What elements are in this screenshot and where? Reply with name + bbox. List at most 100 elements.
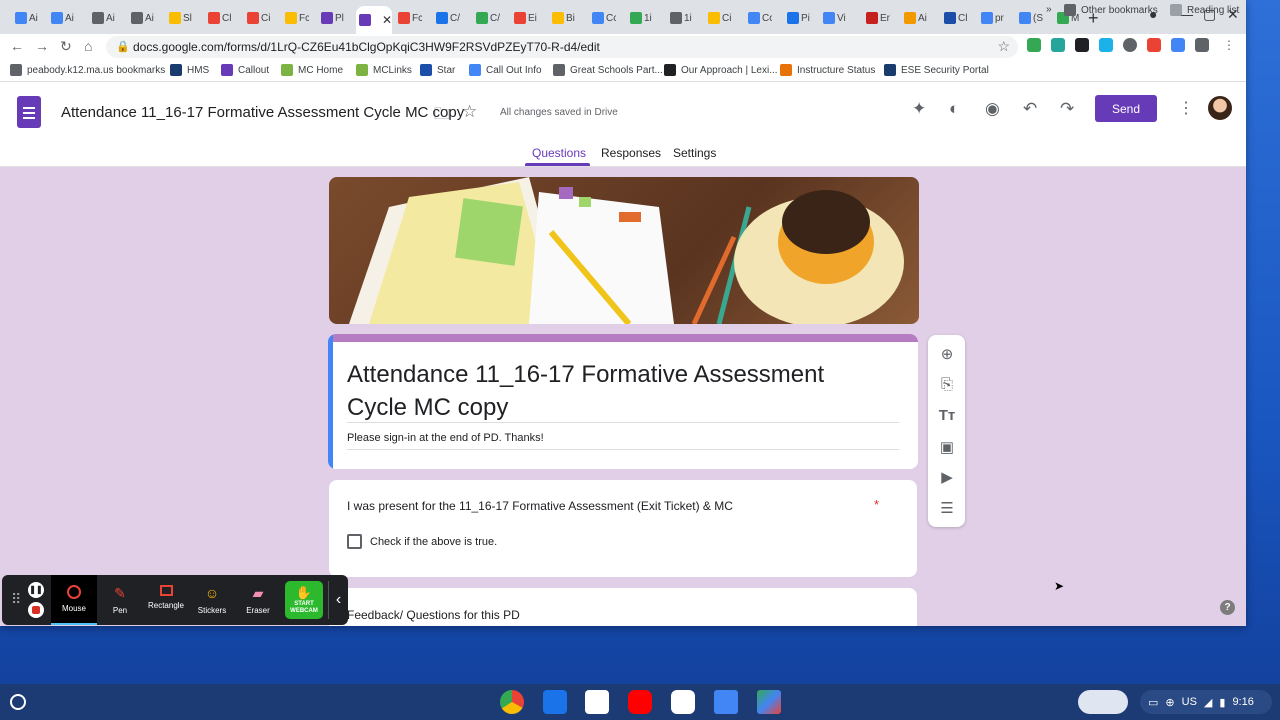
bookmark-item[interactable]: Callout [221, 64, 269, 76]
addons-icon[interactable]: ✦ [912, 99, 926, 119]
bookmark-item[interactable]: Our Approach | Lexi... [664, 64, 778, 76]
bookmark-item[interactable]: MCLinks [356, 64, 412, 76]
browser-tab[interactable]: Cc [589, 6, 617, 30]
preview-eye-icon[interactable]: ◉ [985, 99, 1000, 119]
more-options-icon[interactable]: ⋮ [1178, 98, 1194, 118]
move-to-folder-icon[interactable]: 🗀 [434, 103, 450, 130]
docs-app-icon[interactable] [714, 690, 738, 714]
bookmark-item[interactable]: ESE Security Portal [884, 64, 989, 76]
extension-icon[interactable] [1051, 38, 1065, 52]
browser-tab[interactable]: Cc [745, 6, 773, 30]
puzzle-extensions-icon[interactable] [1195, 38, 1209, 52]
extension-icon[interactable] [1147, 38, 1161, 52]
browser-tab[interactable]: Ei [511, 6, 539, 30]
drag-handle-icon[interactable]: ⠿ [11, 591, 21, 608]
eraser-tool-button[interactable]: ▰ Eraser [235, 575, 281, 625]
browser-tab[interactable]: Ci [244, 6, 272, 30]
browser-tab[interactable]: ✕ [356, 6, 392, 34]
pause-recording-button[interactable]: ❚❚ [28, 582, 44, 598]
help-icon[interactable]: ? [1220, 600, 1235, 615]
meet-app-icon[interactable] [671, 690, 695, 714]
browser-tab[interactable]: Cl [205, 6, 233, 30]
browser-tab[interactable]: Vi [820, 6, 848, 30]
stop-recording-button[interactable] [28, 602, 44, 618]
form-description-field[interactable]: Please sign-in at the end of PD. Thanks! [347, 432, 544, 444]
browser-tab[interactable]: Pl [318, 6, 346, 30]
gmail-app-icon[interactable] [585, 690, 609, 714]
browser-tab[interactable]: Fc [282, 6, 310, 30]
tray-widget[interactable] [1078, 690, 1128, 714]
tab-responses[interactable]: Responses [601, 146, 661, 160]
browser-tab[interactable]: Ci [705, 6, 733, 30]
browser-tab[interactable]: pr [978, 6, 1006, 30]
document-title[interactable]: Attendance 11_16-17 Formative Assessment… [61, 104, 464, 121]
tab-questions[interactable]: Questions [532, 146, 586, 160]
browser-tab[interactable]: C/ [473, 6, 501, 30]
browser-tab[interactable]: Bi [549, 6, 577, 30]
extension-icon[interactable] [1099, 38, 1113, 52]
google-forms-logo-icon[interactable] [17, 96, 41, 128]
checkbox[interactable] [347, 534, 362, 549]
question-title[interactable]: I was present for the 11_16-17 Formative… [347, 499, 733, 513]
add-image-icon[interactable]: ▣ [937, 438, 957, 456]
collapse-toolbar-icon[interactable]: ‹ [328, 581, 348, 619]
send-button[interactable]: Send [1095, 95, 1157, 122]
browser-tab[interactable]: C/ [433, 6, 461, 30]
add-video-icon[interactable]: ▶ [937, 468, 957, 486]
browser-tab[interactable]: 1i [667, 6, 695, 30]
files-app-icon[interactable] [543, 690, 567, 714]
status-tray[interactable]: ▭ ⊕ US ◢ ▮ 9:16 [1140, 690, 1272, 714]
browser-menu-icon[interactable]: ⋮ [1222, 38, 1236, 52]
browser-tab[interactable]: Ai [89, 6, 117, 30]
bookmark-item[interactable]: peabody.k12.ma.us bookmarks [10, 64, 165, 76]
browser-tab[interactable]: Fc [395, 6, 423, 30]
address-bar[interactable]: 🔒 docs.google.com/forms/d/1LrQ-CZ6Eu41bC… [106, 36, 1018, 58]
bookmark-item[interactable]: Great Schools Part... [553, 64, 663, 76]
add-section-icon[interactable]: ☰ [937, 499, 957, 517]
pen-tool-button[interactable]: ✎ Pen [97, 575, 143, 625]
rectangle-tool-button[interactable]: Rectangle [143, 575, 189, 625]
close-tab-icon[interactable]: ✕ [382, 13, 392, 27]
browser-tab[interactable]: Ai [48, 6, 76, 30]
browser-tab[interactable]: Sl [166, 6, 194, 30]
youtube-app-icon[interactable] [628, 690, 652, 714]
redo-icon[interactable]: ↷ [1060, 99, 1074, 119]
forward-icon[interactable]: → [35, 38, 49, 54]
reload-icon[interactable]: ↻ [60, 38, 72, 55]
avatar[interactable] [1208, 96, 1232, 120]
bookmark-item[interactable]: Instructure Status [780, 64, 875, 76]
header-image[interactable] [329, 177, 919, 324]
add-title-icon[interactable]: Tт [937, 407, 957, 424]
add-question-icon[interactable]: ⊕ [937, 345, 957, 363]
chrome-app-icon[interactable] [500, 690, 524, 714]
bookmarks-overflow-icon[interactable]: » [1046, 4, 1052, 15]
undo-icon[interactable]: ↶ [1023, 99, 1037, 119]
question-title[interactable]: Feedback/ Questions for this PD [347, 608, 520, 622]
form-title-card[interactable]: Attendance 11_16-17 Formative Assessment… [328, 334, 918, 469]
back-icon[interactable]: ← [10, 38, 24, 54]
star-icon[interactable]: ☆ [462, 102, 477, 122]
checkbox-option-label[interactable]: Check if the above is true. [370, 536, 497, 548]
bookmark-item[interactable]: MC Home [281, 64, 343, 76]
customize-theme-icon[interactable]: ◐ [949, 99, 959, 119]
extension-icon[interactable] [1027, 38, 1041, 52]
tab-settings[interactable]: Settings [673, 146, 716, 160]
browser-tab[interactable]: Ai [12, 6, 40, 30]
question-card[interactable]: Feedback/ Questions for this PD [329, 588, 917, 626]
other-bookmarks[interactable]: Other bookmarks [1064, 4, 1158, 16]
translate-extension-icon[interactable] [1171, 38, 1185, 52]
bookmark-item[interactable]: Star [420, 64, 455, 76]
bookmark-item[interactable]: HMS [170, 64, 209, 76]
mouse-tool-button[interactable]: Mouse [51, 575, 97, 625]
home-icon[interactable]: ⌂ [84, 38, 92, 54]
browser-tab[interactable]: Cl [941, 6, 969, 30]
browser-tab[interactable]: Er [863, 6, 891, 30]
launcher-icon[interactable] [10, 694, 26, 710]
bookmark-star-icon[interactable]: ☆ [997, 38, 1010, 55]
browser-tab[interactable]: Pi [784, 6, 812, 30]
stickers-tool-button[interactable]: ☺ Stickers [189, 575, 235, 625]
bookmark-item[interactable]: Call Out Info [469, 64, 542, 76]
camera-extension-icon[interactable] [1075, 38, 1089, 52]
browser-tab[interactable]: 1i [627, 6, 655, 30]
question-card[interactable]: I was present for the 11_16-17 Formative… [329, 480, 917, 577]
